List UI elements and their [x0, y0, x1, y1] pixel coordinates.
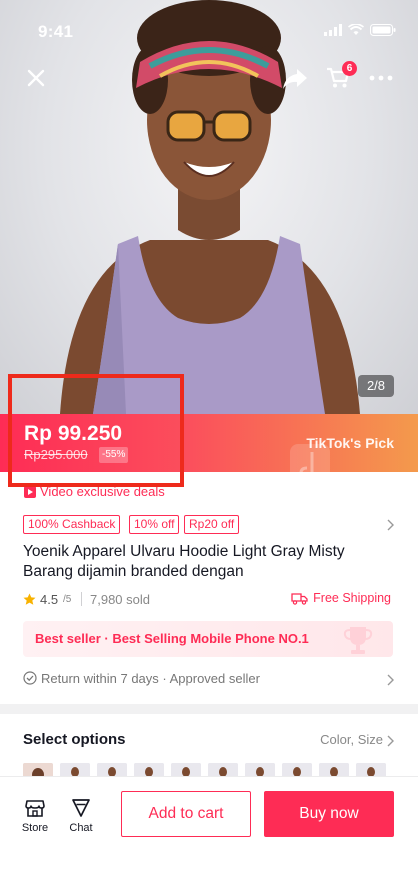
section-divider — [0, 704, 418, 714]
return-policy-row[interactable]: Return within 7 days · Approved seller — [23, 669, 395, 689]
signal-icon — [324, 24, 342, 36]
return-policy-label: Return within 7 days · Approved seller — [41, 671, 260, 686]
close-icon[interactable] — [24, 66, 48, 90]
bottom-action-bar: Store Chat Add to cart Buy now — [0, 776, 418, 870]
product-title: Yoenik Apparel Ulvaru Hoodie Light Gray … — [23, 543, 345, 580]
store-label: Store — [21, 822, 49, 834]
battery-icon — [370, 24, 396, 36]
video-deal-icon — [24, 485, 36, 498]
more-icon[interactable] — [368, 68, 394, 88]
product-image-carousel[interactable]: 9:41 6 2/8 — [0, 0, 418, 414]
bestseller-banner[interactable]: Best seller · Best Selling Mobile Phone … — [23, 621, 393, 657]
rating-value: 4.5 — [40, 592, 59, 607]
coupon-cashback[interactable]: 100% Cashback — [23, 515, 121, 534]
share-icon[interactable] — [281, 66, 309, 92]
chat-button[interactable]: Chat — [64, 797, 98, 843]
store-icon — [25, 800, 45, 817]
chat-label: Chat — [69, 822, 93, 834]
status-time: 9:41 — [38, 22, 74, 41]
chat-icon — [72, 799, 90, 817]
chevron-right-icon[interactable] — [385, 734, 395, 748]
sold-count: 7,980 sold — [90, 592, 150, 607]
buy-now-button[interactable]: Buy now — [264, 791, 394, 837]
truck-icon — [291, 593, 308, 605]
cart-count-badge: 6 — [342, 61, 357, 76]
cart-button[interactable]: 6 — [325, 61, 357, 94]
rating-row: 4.5 /5 7,980 sold Free Shipping — [23, 590, 395, 610]
wifi-icon — [348, 24, 364, 35]
chevron-right-icon[interactable] — [385, 673, 395, 687]
coupon-amount-off[interactable]: Rp20 off — [184, 515, 240, 534]
select-options-title: Select options — [23, 731, 126, 748]
status-icons — [324, 24, 396, 36]
bestseller-label: Best seller · Best Selling Mobile Phone … — [35, 631, 309, 646]
add-to-cart-button[interactable]: Add to cart — [121, 791, 251, 837]
top-nav: 6 — [0, 61, 418, 98]
options-summary: Color, Size — [320, 732, 383, 747]
chevron-right-icon[interactable] — [385, 518, 395, 532]
rating-max: /5 — [63, 594, 72, 605]
star-icon — [23, 593, 36, 605]
free-shipping-label: Free Shipping — [313, 591, 391, 605]
image-counter: 2/8 — [358, 375, 394, 397]
coupon-row[interactable]: 100% Cashback 10% off Rp20 off — [23, 515, 395, 535]
check-circle-icon — [23, 671, 37, 685]
select-options-row[interactable]: Select options Color, Size — [23, 730, 395, 752]
coupon-percent-off[interactable]: 10% off — [129, 515, 180, 534]
price-highlight-box — [8, 374, 184, 487]
trophy-icon — [343, 627, 373, 654]
status-bar: 9:41 — [0, 0, 418, 64]
tiktok-pick-badge: TikTok's Pick — [306, 435, 394, 451]
store-button[interactable]: Store — [18, 797, 52, 843]
divider — [81, 592, 82, 606]
